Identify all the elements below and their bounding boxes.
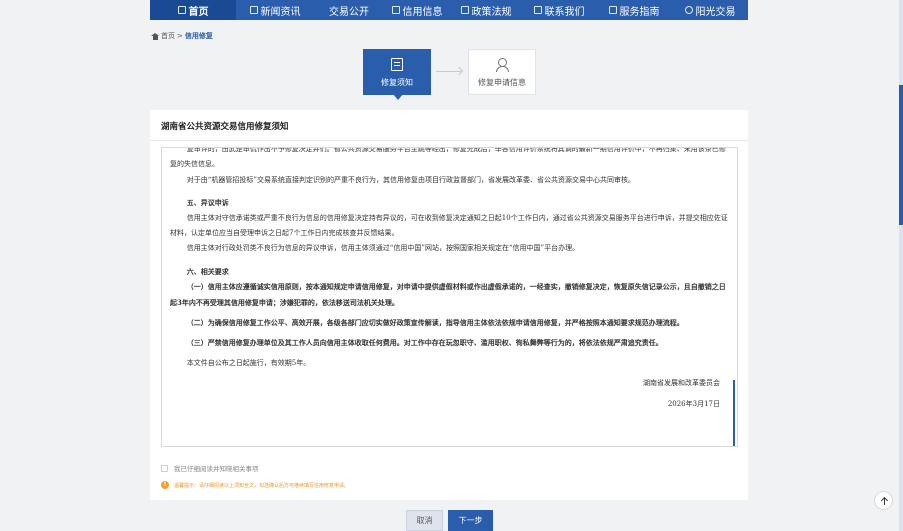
top-nav: 首页 新闻资讯 交易公开 信用信息 政策法规 联系我们 服务指南 阳光交易 (150, 0, 748, 20)
tip-text: 温馨提示：请仔细阅读以上须知全文，勾选确认后方可继续填写信用修复申请。 (174, 482, 350, 489)
user-icon (496, 58, 509, 72)
contact-icon (533, 6, 542, 14)
nav-item-credit[interactable]: 信用信息 (384, 0, 450, 20)
nav-item-home[interactable]: 首页 (150, 0, 236, 20)
nav-item-label: 新闻资讯 (260, 6, 301, 18)
notice-paragraph: （三）严禁信用修复办理单位及其工作人员向信用主体收取任何费用。对工作中存在玩忽职… (186, 338, 663, 348)
notice-text: 复审评的，由武是审侃作出不予修复决定并们。省公共资源交易服务平台主跳等经出，修复… (170, 147, 730, 412)
nav-item-label: 政策法规 (471, 6, 512, 18)
step-arrow-icon (436, 71, 461, 72)
breadcrumb: 首页 > 信用修复 (151, 31, 213, 41)
back-to-top-icon[interactable] (874, 491, 893, 510)
step-label: 修复须知 (381, 78, 413, 87)
notice-heading: 五、异议申诉 (186, 198, 229, 208)
agree-row[interactable]: 我已仔细阅读并知晓相关事项 (161, 463, 259, 473)
nav-item-sunshine[interactable]: 阳光交易 (672, 0, 748, 20)
nav-item-trade-public[interactable]: 交易公开 (314, 0, 384, 20)
nav-item-label: 阳光交易 (695, 6, 736, 18)
divider (150, 140, 748, 141)
home-icon (177, 6, 186, 14)
breadcrumb-separator: > (177, 32, 183, 40)
step-notice: 修复须知 (363, 49, 431, 100)
notice-heading: 六、相关要求 (186, 266, 229, 276)
nav-item-policy[interactable]: 政策法规 (450, 0, 522, 20)
credit-icon (391, 6, 400, 14)
breadcrumb-current: 信用修复 (184, 32, 213, 40)
notice-panel: 湖南省公共资源交易信用修复须知 复审评的，由武是审侃作出不予修复决定并们。省公共… (150, 110, 748, 500)
notice-date: 2026年3月17日 (667, 399, 720, 408)
nav-item-news[interactable]: 新闻资讯 (236, 0, 314, 20)
agree-label[interactable]: 我已仔细阅读并知晓相关事项 (174, 463, 259, 473)
page-scrollbar-thumb[interactable] (899, 85, 903, 225)
notice-paragraph: 信用主体对守信承诺类或严重不良行为信息的信用修复决定持有异议的，可在收到修复决定… (170, 213, 728, 238)
notice-issuer: 湖南省发展和改革委员会 (643, 379, 720, 388)
document-icon (391, 58, 403, 71)
nav-item-label: 联系我们 (544, 6, 585, 18)
nav-item-label: 服务指南 (619, 6, 660, 18)
next-button[interactable]: 下一步 (448, 510, 493, 531)
nav-item-label: 信用信息 (402, 6, 443, 18)
cancel-button[interactable]: 取消 (406, 510, 443, 531)
notice-paragraph: 信用主体对行政处罚类不良行为信息的异议申诉，信用主体须通过“信用中国”网站，按照… (186, 244, 580, 253)
home-icon (151, 32, 159, 40)
notice-paragraph: （二）为确保信用修复工作公平、高效开展，各级各部门应切实做好政策宣传解读，指导信… (186, 318, 684, 328)
warning-icon: ! (161, 481, 169, 489)
guide-icon (608, 6, 617, 14)
notice-scroll-box[interactable]: 复审评的，由武是审侃作出不予修复决定并们。省公共资源交易服务平台主跳等经出，修复… (161, 147, 738, 447)
tip-row: ! 温馨提示：请仔细阅读以上须知全文，勾选确认后方可继续填写信用修复申请。 (161, 481, 349, 489)
notice-paragraph: （一）信用主体应遵循诚实信用原则，按本通知规定申请信用修复，对申请中提供虚假材料… (170, 282, 726, 307)
agree-checkbox[interactable] (161, 464, 168, 472)
nav-item-label: 交易公开 (329, 6, 369, 18)
notice-paragraph: 对于由“机器管招投标”交易系统直接判定识别的严重不良行为，其信用修复由项目行政监… (186, 175, 635, 184)
breadcrumb-home[interactable]: 首页 (161, 31, 175, 41)
policy-icon (460, 6, 469, 14)
notice-scrollbar-thumb[interactable] (733, 380, 735, 446)
nav-item-label: 首页 (188, 6, 209, 18)
news-icon (249, 6, 258, 14)
notice-paragraph: 本文件自公布之日起施行，有效期5年。 (186, 358, 311, 367)
sun-icon (684, 6, 693, 14)
step-application: 修复申请信息 (468, 49, 536, 95)
page-scrollbar[interactable] (899, 0, 903, 531)
step-label: 修复申请信息 (478, 78, 526, 87)
nav-item-guide[interactable]: 服务指南 (596, 0, 672, 20)
nav-item-contact[interactable]: 联系我们 (522, 0, 596, 20)
notice-paragraph: 复审评的，由武是审侃作出不予修复决定并们。省公共资源交易服务平台主跳等经出，修复… (170, 147, 726, 169)
panel-title: 湖南省公共资源交易信用修复须知 (161, 122, 289, 132)
